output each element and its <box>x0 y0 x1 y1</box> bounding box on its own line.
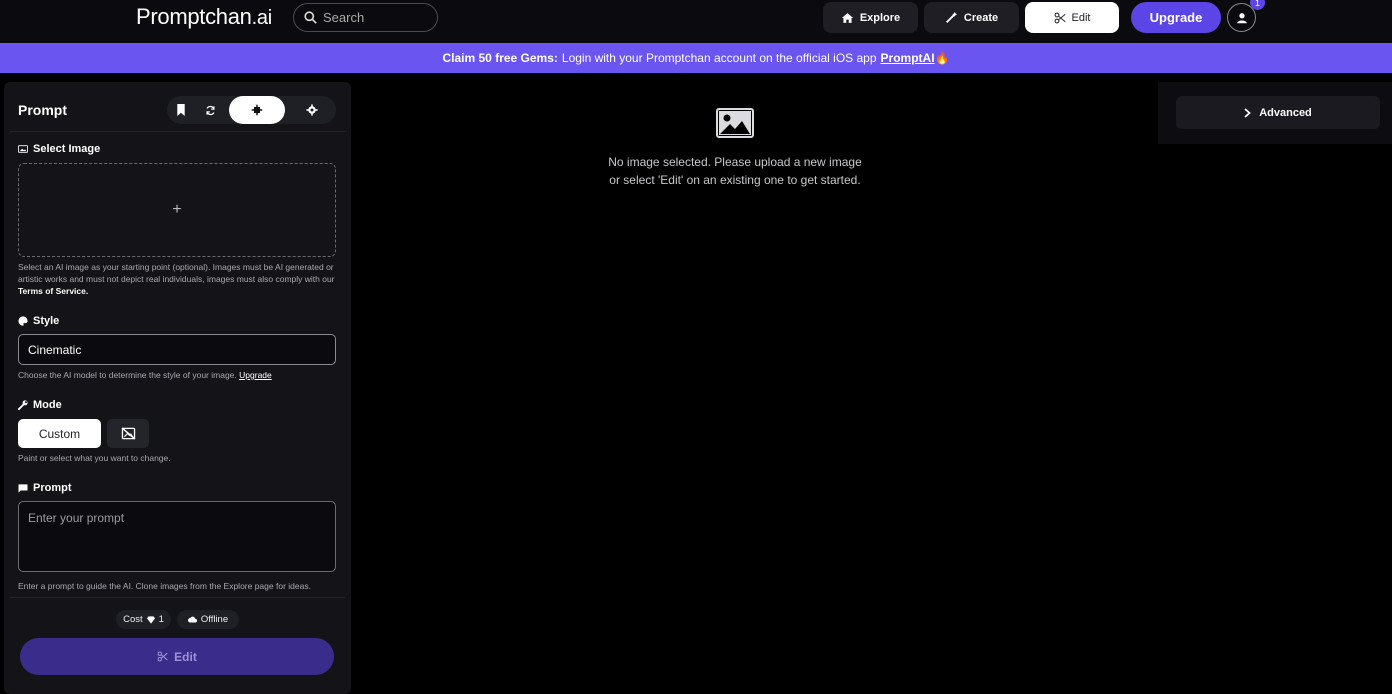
cost-pill: Cost 1 <box>116 610 171 629</box>
status-pill: Offline <box>177 610 239 629</box>
image-dropzone[interactable]: + <box>18 163 336 257</box>
logo[interactable]: Promptchan.ai <box>136 4 272 30</box>
cloud-icon <box>187 616 197 623</box>
gem-icon <box>146 615 155 624</box>
style-select-value: Cinematic <box>28 342 82 357</box>
tool-toggle-group <box>167 96 336 124</box>
prompt-help: Enter a prompt to guide the AI. Clone im… <box>18 581 311 591</box>
fire-icon: 🔥 <box>934 51 950 65</box>
status-label: Offline <box>200 614 229 625</box>
select-image-label: Select Image <box>33 143 101 155</box>
edit-nav-label: Edit <box>1071 11 1091 24</box>
promo-banner: Claim 50 free Gems: Login with your Prom… <box>0 43 1392 73</box>
notification-badge: 1 <box>1250 0 1265 10</box>
search-input[interactable] <box>323 10 423 25</box>
prompt-label: Prompt <box>33 482 72 494</box>
refresh-tool[interactable] <box>199 96 221 124</box>
scissors-icon <box>157 651 168 662</box>
banner-bold: Claim 50 free Gems: <box>442 51 558 65</box>
advanced-label: Advanced <box>1259 106 1312 119</box>
edit-submit-button[interactable]: Edit <box>20 638 334 675</box>
style-select[interactable]: Cinematic <box>18 334 336 365</box>
cost-label: Cost <box>123 614 143 625</box>
cost-value: 1 <box>158 614 164 625</box>
advanced-toggle[interactable]: Advanced <box>1176 96 1380 129</box>
prompt-heading: Prompt <box>18 482 72 494</box>
style-heading: Style <box>18 315 59 327</box>
edit-nav-button[interactable]: Edit <box>1025 2 1119 33</box>
style-label: Style <box>33 315 60 327</box>
panel-divider <box>10 131 345 132</box>
upgrade-link[interactable]: Upgrade <box>239 370 272 380</box>
puzzle-icon <box>251 104 263 116</box>
advanced-panel: Advanced <box>1158 82 1392 144</box>
scissors-icon <box>1054 12 1066 23</box>
bookmark-icon <box>177 104 185 116</box>
top-nav: Promptchan.ai Explore Create Edit Upgrad… <box>0 0 1392 43</box>
mode-help: Paint or select what you want to change. <box>18 453 171 463</box>
search-icon <box>304 11 317 24</box>
create-label: Create <box>963 11 999 24</box>
panel-title: Prompt <box>18 102 67 118</box>
select-image-help-text: Select an AI image as your starting poin… <box>18 262 335 284</box>
edit-submit-label: Edit <box>174 649 197 664</box>
upgrade-label: Upgrade <box>1149 10 1203 25</box>
banner-text: Login with your Promptchan account on th… <box>561 51 877 65</box>
style-help-text: Choose the AI model to determine the sty… <box>18 370 237 380</box>
magic-wand-icon <box>945 11 958 24</box>
remove-background-mode-button[interactable] <box>107 419 149 448</box>
image-placeholder-icon <box>716 108 754 138</box>
empty-state-text: No image selected. Please upload a new i… <box>600 153 870 189</box>
prompt-input[interactable] <box>18 501 336 572</box>
prompt-panel: Prompt Select Image + Select an AI image… <box>4 82 351 694</box>
style-help: Choose the AI model to determine the sty… <box>18 369 336 381</box>
plus-icon: + <box>172 201 182 218</box>
chevron-right-icon <box>1244 107 1252 118</box>
select-image-help: Select an AI image as your starting poin… <box>18 261 336 297</box>
empty-state-line1: No image selected. Please upload a new i… <box>608 155 862 169</box>
mode-heading: Mode <box>18 399 62 411</box>
palette-icon <box>18 316 28 326</box>
gear-icon <box>306 104 318 116</box>
empty-state: No image selected. Please upload a new i… <box>600 108 870 189</box>
custom-mode-label: Custom <box>38 426 81 441</box>
explore-label: Explore <box>859 11 901 24</box>
terms-link[interactable]: Terms of Service. <box>18 286 88 296</box>
bookmark-tool[interactable] <box>170 96 192 124</box>
empty-state-line2: or select 'Edit' on an existing one to g… <box>609 173 861 187</box>
image-off-icon <box>121 427 135 440</box>
select-image-heading: Select Image <box>18 143 100 155</box>
custom-mode-button[interactable]: Custom <box>18 419 101 448</box>
upgrade-button[interactable]: Upgrade <box>1131 2 1221 33</box>
mode-label: Mode <box>33 399 62 411</box>
banner-link[interactable]: PromptAI <box>881 51 935 65</box>
home-icon <box>841 12 853 23</box>
edit-mode-tool[interactable] <box>229 96 285 124</box>
settings-tool[interactable] <box>297 96 327 124</box>
logo-text: Promptchan <box>136 4 252 29</box>
wrench-icon <box>18 400 28 410</box>
refresh-icon <box>205 105 215 115</box>
logo-suffix: .ai <box>251 7 273 29</box>
search-box[interactable] <box>293 3 438 32</box>
image-icon <box>18 145 28 153</box>
explore-button[interactable]: Explore <box>823 2 918 33</box>
panel-divider <box>10 597 345 598</box>
comment-icon <box>18 483 28 493</box>
create-button[interactable]: Create <box>924 2 1019 33</box>
user-icon <box>1236 12 1247 23</box>
